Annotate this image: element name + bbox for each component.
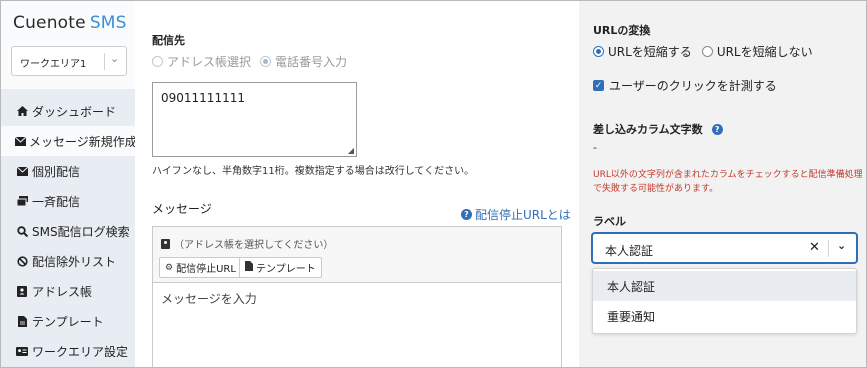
- resize-handle-icon[interactable]: ◢: [348, 146, 354, 155]
- message-label: メッセージ: [152, 202, 212, 216]
- sidebar-item-label: 一斉配信: [32, 194, 81, 209]
- logo: Cuenote SMS: [13, 13, 127, 33]
- sidebar-item-label: ダッシュボード: [32, 104, 117, 119]
- logo-main: Cuenote: [13, 13, 86, 33]
- url-conversion-title: URLの変換: [593, 24, 651, 37]
- message-toolbar: （アドレス帳を選択してください） ⚙ 配信停止URL テンプレート: [153, 227, 561, 283]
- addressbook-hint: （アドレス帳を選択してください）: [161, 236, 333, 251]
- sidebar-item-exclusion-list[interactable]: 配信除外リスト: [1, 246, 135, 276]
- sidebar-item-new-message[interactable]: メッセージ新規作成: [1, 126, 137, 156]
- sidebar-item-address-book[interactable]: アドレス帳: [1, 276, 135, 306]
- ban-icon: [15, 255, 29, 267]
- id-card-icon: [15, 346, 29, 356]
- phone-hint: ハイフンなし、半角数字11桁。複数指定する場合は改行してください。: [152, 166, 475, 177]
- clear-icon[interactable]: ✕: [809, 240, 820, 255]
- label-option[interactable]: 重要通知: [593, 301, 856, 331]
- home-icon: [15, 106, 29, 116]
- app-window: CuenoteSMS ワークエリア1 ⌄ ダッシュボード メッセージ新規作成: [0, 0, 867, 368]
- sidebar-item-label: SMS配信ログ検索: [32, 224, 130, 239]
- destination-radio-group: アドレス帳選択 電話番号入力: [152, 53, 347, 70]
- addressbook-icon: [15, 285, 29, 297]
- destination-label: 配信先: [152, 34, 185, 47]
- label-dropdown-menu: 本人認証 重要通知: [592, 268, 857, 334]
- track-click-label: ユーザーのクリックを計測する: [609, 79, 777, 93]
- radio-no-shorten-url-label[interactable]: URLを短縮しない: [717, 43, 813, 60]
- column-count-title: 差し込みカラム文字数: [593, 123, 703, 136]
- select-divider: [104, 53, 105, 70]
- stop-url-button-label: 配信停止URL: [176, 264, 236, 275]
- radio-addressbook[interactable]: [152, 56, 163, 67]
- label-select-value: 本人認証: [605, 244, 654, 258]
- stop-url-help-text: 配信停止URLとは: [475, 208, 571, 222]
- sidebar-item-template[interactable]: テンプレート: [1, 306, 135, 336]
- template-button[interactable]: テンプレート: [239, 257, 322, 278]
- message-input[interactable]: メッセージを入力: [161, 290, 257, 307]
- chevron-down-icon[interactable]: ⌄: [837, 239, 846, 252]
- stop-url-button[interactable]: ⚙ 配信停止URL: [159, 257, 242, 278]
- radio-addressbook-label[interactable]: アドレス帳選択: [167, 53, 251, 70]
- template-button-label: テンプレート: [256, 264, 316, 275]
- sidebar-item-label: ワークエリア設定: [32, 344, 129, 359]
- sidebar-item-individual-delivery[interactable]: 個別配信: [1, 156, 135, 186]
- radio-shorten-url-label[interactable]: URLを短縮する: [608, 43, 692, 60]
- url-conversion-radio-group: URLを短縮する URLを短縮しない: [593, 43, 813, 60]
- chevron-down-icon: ⌄: [110, 52, 120, 65]
- sidebar-item-label: 個別配信: [32, 164, 81, 179]
- radio-phone[interactable]: [260, 56, 272, 67]
- radio-no-shorten-url[interactable]: [701, 46, 713, 57]
- options-panel: URLの変換 URLを短縮する URLを短縮しない ✓ ユーザーのクリックを計測…: [579, 1, 866, 367]
- column-count-title-row: 差し込みカラム文字数 ?: [593, 121, 726, 137]
- main-content: 配信先 アドレス帳選択 電話番号入力 09011111111 ◢ ハイフンなし、…: [135, 1, 579, 367]
- track-click-checkbox[interactable]: ✓: [593, 80, 604, 91]
- logo-accent: SMS: [89, 13, 127, 33]
- phone-number-textarea[interactable]: 09011111111 ◢: [152, 82, 357, 157]
- question-icon[interactable]: ?: [711, 123, 723, 135]
- contact-icon: [161, 238, 170, 249]
- label-title: ラベル: [593, 215, 626, 228]
- workarea-value: ワークエリア1: [20, 59, 87, 70]
- question-icon: ?: [461, 209, 472, 220]
- message-editor: （アドレス帳を選択してください） ⚙ 配信停止URL テンプレート メッセージを…: [152, 226, 562, 367]
- search-icon: [15, 225, 29, 237]
- addressbook-hint-text: （アドレス帳を選択してください）: [174, 240, 334, 251]
- logo-area: Cuenote SMS ワークエリア1 ⌄: [1, 1, 135, 89]
- sidebar-item-label: テンプレート: [32, 314, 104, 329]
- sidebar-item-label: メッセージ新規作成: [29, 134, 137, 149]
- stop-url-help-link[interactable]: ? 配信停止URLとは: [461, 206, 571, 223]
- sidebar-item-workarea-settings[interactable]: ワークエリア設定: [1, 336, 135, 366]
- stack-icon: [15, 196, 29, 206]
- gears-icon: ⚙: [165, 262, 174, 273]
- sidebar-item-dashboard[interactable]: ダッシュボード: [1, 96, 135, 126]
- sidebar: CuenoteSMS ワークエリア1 ⌄ ダッシュボード メッセージ新規作成: [1, 1, 137, 367]
- radio-shorten-url[interactable]: [593, 46, 604, 57]
- envelope-icon: [15, 136, 26, 146]
- column-count-value: -: [593, 141, 597, 154]
- sidebar-item-label: 配信除外リスト: [32, 254, 117, 269]
- label-select[interactable]: 本人認証 ✕ ⌄: [592, 233, 857, 263]
- label-option[interactable]: 本人認証: [593, 271, 856, 301]
- sidebar-item-label: アドレス帳: [32, 284, 93, 299]
- warning-text: URL以外の文字列が含まれたカラムをチェックすると配信準備処理で失敗する可能性が…: [593, 170, 863, 194]
- document-icon: [245, 261, 253, 274]
- workarea-select[interactable]: ワークエリア1 ⌄: [11, 46, 127, 76]
- sidebar-item-bulk-delivery[interactable]: 一斉配信: [1, 186, 135, 216]
- select-divider: [828, 240, 829, 257]
- sidebar-nav: ダッシュボード メッセージ新規作成 個別配信 一斉配信 SMS配信ログ検索 配信…: [1, 96, 137, 366]
- track-click-checkbox-row[interactable]: ✓ ユーザーのクリックを計測する: [593, 77, 777, 94]
- sidebar-item-log-search[interactable]: SMS配信ログ検索: [1, 216, 135, 246]
- phone-number-value: 09011111111: [161, 91, 245, 105]
- radio-phone-label[interactable]: 電話番号入力: [275, 53, 347, 70]
- envelope-icon: [15, 166, 29, 176]
- document-icon: [15, 315, 29, 327]
